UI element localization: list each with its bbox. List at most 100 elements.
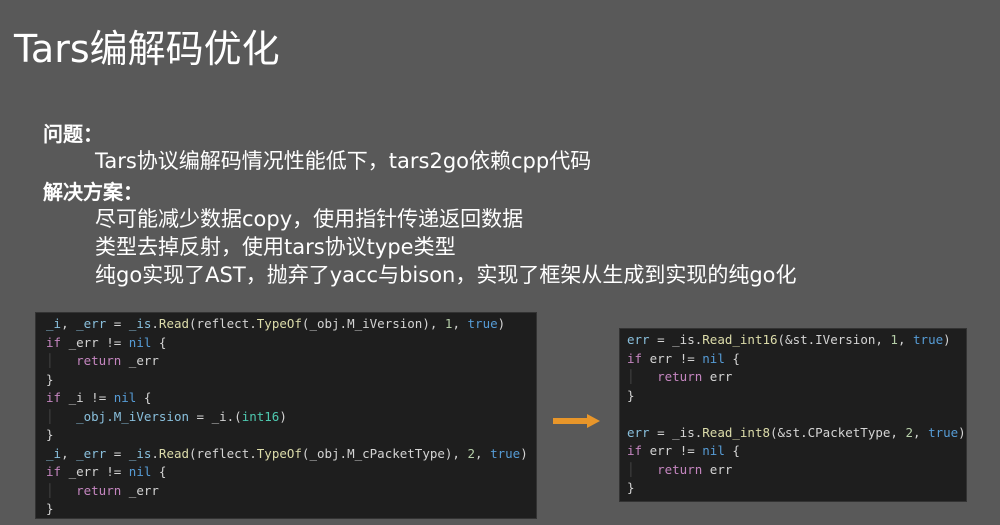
code-token: _err != [61, 464, 129, 479]
code-token: (&st.CPacketType, [770, 424, 906, 440]
code-token: │ [46, 482, 77, 498]
code-token: if [46, 464, 62, 479]
code-token: Read [158, 316, 190, 331]
code-token: _obj.M_iVersion [76, 408, 189, 424]
code-token: ) [520, 445, 528, 461]
code-token: } [46, 501, 54, 516]
code-line: err = _is.Read_int16(&st.IVersion, 1, tr… [627, 331, 966, 350]
code-line: │ return _err [46, 482, 536, 501]
code-line: } [46, 371, 536, 390]
code-token: err [702, 369, 733, 384]
code-token: , [897, 332, 914, 347]
code-line: │ _obj.M_iVersion = _i.(int16) [46, 408, 536, 427]
code-token: 1 [890, 332, 898, 347]
code-token: , [475, 445, 491, 461]
code-token: nil [702, 443, 725, 458]
code-token: nil [702, 350, 725, 366]
code-line: │ return _err [46, 352, 536, 371]
code-token: _is [128, 445, 152, 461]
slide-title: Tars编解码优化 [14, 27, 280, 71]
code-token: return [76, 482, 122, 498]
code-token: │ [46, 408, 77, 424]
code-token: _i [46, 316, 62, 331]
code-token: { [151, 464, 167, 479]
code-token: = _is. [649, 332, 703, 347]
code-token: err [702, 461, 733, 477]
code-line: │ return err [627, 368, 966, 387]
code-line: } [46, 500, 536, 519]
code-token: (reflect. [189, 445, 257, 461]
code-token: , [61, 445, 77, 461]
code-token: (reflect. [189, 316, 257, 331]
code-line: if _i != nil { [46, 389, 536, 408]
code-token: ) [279, 408, 287, 424]
code-token: _err [76, 316, 107, 331]
code-token: _err [121, 482, 159, 498]
code-token: │ [46, 353, 77, 368]
code-line: err = _is.Read_int8(&st.CPacketType, 2, … [627, 424, 966, 443]
code-line: } [46, 426, 536, 445]
solution-item: 纯go实现了AST，抛弃了yacc与bison，实现了框架从生成到实现的纯go化 [95, 263, 797, 287]
code-token: (_obj.M_iVersion), [301, 316, 445, 331]
code-token: , [452, 316, 468, 331]
code-token: = [106, 445, 129, 461]
code-token: err [627, 332, 650, 347]
code-line: if err != nil { [627, 442, 966, 461]
code-line: if _err != nil { [46, 334, 536, 353]
code-token: , [61, 316, 77, 331]
code-token: true [913, 332, 944, 347]
code-token: , [913, 424, 929, 440]
code-token: return [76, 353, 122, 368]
code-token: { [136, 390, 152, 405]
code-token: _i [46, 445, 62, 461]
code-token: . [151, 445, 159, 461]
code-token: { [724, 443, 740, 458]
code-token: _is [128, 316, 152, 331]
code-line: } [627, 387, 966, 406]
code-token: _err [121, 353, 159, 368]
code-token: ) [943, 332, 951, 347]
code-token: int16 [241, 408, 280, 424]
code-token: (_obj.M_cPacketType), [301, 445, 468, 461]
code-token: true [928, 424, 959, 440]
code-token: Read_int8 [702, 424, 770, 440]
code-token: if [627, 443, 643, 458]
code-token: if [627, 350, 643, 366]
code-token: Read_int16 [702, 332, 778, 347]
code-token: Read [158, 445, 190, 461]
code-token: true [490, 445, 521, 461]
code-token: _i != [61, 390, 114, 405]
code-token: } [46, 371, 54, 387]
code-token: if [46, 334, 62, 350]
code-line [627, 405, 966, 424]
code-token: return [657, 369, 703, 384]
code-token: nil [113, 390, 137, 405]
code-token: ) [497, 316, 506, 331]
code-token: _err != [61, 334, 129, 350]
solution-item: 类型去掉反射，使用tars协议type类型 [95, 235, 456, 259]
code-before-block: _i, _err = _is.Read(reflect.TypeOf(_obj.… [35, 312, 537, 519]
code-token: err != [642, 350, 703, 366]
code-token: nil [128, 334, 152, 350]
code-token: { [724, 350, 740, 366]
code-line: _i, _err = _is.Read(reflect.TypeOf(_obj.… [46, 445, 536, 464]
code-token: if [46, 390, 62, 405]
code-token: = _is. [649, 424, 703, 440]
code-token: TypeOf [256, 316, 302, 331]
code-token: return [657, 461, 703, 477]
code-token: (&st.IVersion, [777, 332, 891, 347]
code-token: 2 [467, 445, 476, 461]
code-token: = [106, 316, 129, 331]
code-token: _err [76, 445, 107, 461]
code-token: │ [627, 461, 658, 477]
code-token: │ [627, 369, 658, 384]
problem-text: Tars协议编解码情况性能低下，tars2go依赖cpp代码 [95, 149, 592, 173]
code-token: = _i.( [189, 408, 242, 424]
code-line: if _err != nil { [46, 463, 536, 482]
code-token: { [151, 334, 167, 350]
code-token: nil [128, 464, 152, 479]
code-token: ) [958, 424, 966, 440]
code-token: TypeOf [256, 445, 302, 461]
code-token: } [627, 480, 635, 495]
